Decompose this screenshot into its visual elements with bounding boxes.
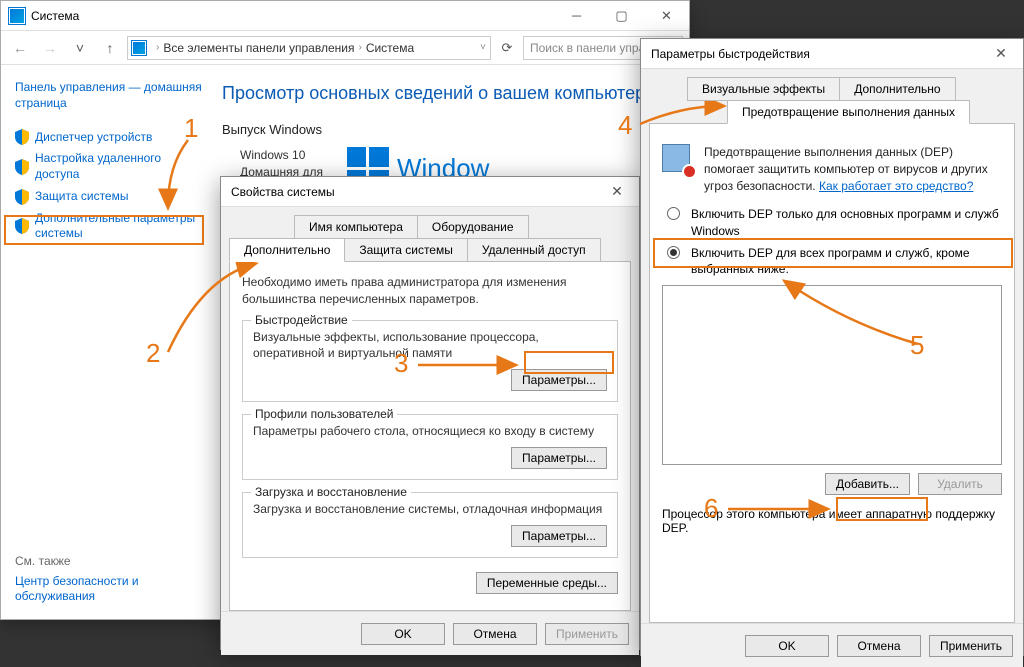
maximize-button[interactable]: ▢ [599, 1, 644, 31]
tab-panel-advanced: Необходимо иметь права администратора дл… [229, 261, 631, 611]
tab-computer-name[interactable]: Имя компьютера [294, 215, 418, 239]
minimize-button[interactable]: ─ [554, 1, 599, 31]
group-user-profiles: Профили пользователей Параметры рабочего… [242, 414, 618, 480]
apply-button[interactable]: Применить [545, 623, 629, 645]
sidebar-item-label: Дополнительные параметры системы [35, 211, 206, 242]
tab-row-2: Предотвращение выполнения данных [649, 100, 1015, 123]
sidebar-item-label: Диспетчер устройств [35, 130, 152, 146]
titlebar[interactable]: Система ─ ▢ ✕ [1, 1, 689, 31]
titlebar[interactable]: Свойства системы ✕ [221, 177, 639, 207]
sidebar-item-remote-settings[interactable]: Настройка удаленного доступа [15, 151, 206, 182]
see-also-label: См. также [15, 554, 195, 568]
group-legend: Быстродействие [251, 313, 352, 327]
tab-row-2: Дополнительно Защита системы Удаленный д… [229, 238, 631, 261]
tab-row-1: Визуальные эффекты Дополнительно [649, 77, 1015, 100]
remove-button[interactable]: Удалить [918, 473, 1002, 495]
titlebar[interactable]: Параметры быстродействия ✕ [641, 39, 1023, 69]
dep-exceptions-list[interactable] [662, 285, 1002, 465]
chevron-down-icon[interactable]: ˅ [480, 42, 486, 53]
tab-advanced[interactable]: Дополнительно [839, 77, 955, 101]
edition-value: Windows 10 [240, 147, 323, 164]
shield-icon [15, 189, 29, 205]
shield-icon [15, 218, 29, 234]
tab-hardware[interactable]: Оборудование [417, 215, 529, 239]
sidebar-item-advanced-system-settings[interactable]: Дополнительные параметры системы [15, 211, 206, 242]
system-icon [132, 41, 146, 55]
sidebar-item-label: Защита системы [35, 189, 128, 205]
system-icon [9, 8, 25, 24]
ok-button[interactable]: OK [361, 623, 445, 645]
radio-label: Включить DEP для всех программ и служб, … [691, 245, 1002, 277]
group-legend: Загрузка и восстановление [251, 485, 411, 499]
tab-panel-dep: Предотвращение выполнения данных (DEP) п… [649, 123, 1015, 623]
apply-button[interactable]: Применить [929, 635, 1013, 657]
tab-row-1: Имя компьютера Оборудование [229, 215, 631, 238]
group-legend: Профили пользователей [251, 407, 397, 421]
ok-button[interactable]: OK [745, 635, 829, 657]
up-button[interactable]: ˅ [67, 35, 93, 61]
dep-info-text: Предотвращение выполнения данных (DEP) п… [704, 144, 1002, 194]
startup-settings-button[interactable]: Параметры... [511, 525, 607, 547]
dialog-title: Свойства системы [231, 185, 595, 199]
system-properties-dialog: Свойства системы ✕ Имя компьютера Оборуд… [220, 176, 640, 650]
breadcrumb[interactable]: › Все элементы панели управления › Систе… [127, 36, 491, 60]
chevron-right-icon: › [358, 42, 361, 53]
sidebar-see-also-link[interactable]: Центр безопасности и обслуживания [15, 574, 195, 605]
back-button[interactable]: ← [7, 35, 33, 61]
sidebar-item-label: Настройка удаленного доступа [35, 151, 206, 182]
tab-dep[interactable]: Предотвращение выполнения данных [727, 100, 970, 124]
profiles-settings-button[interactable]: Параметры... [511, 447, 607, 469]
address-bar: ← → ˅ ↑ › Все элементы панели управления… [1, 31, 689, 65]
tab-advanced[interactable]: Дополнительно [229, 238, 345, 262]
env-vars-button[interactable]: Переменные среды... [476, 572, 618, 594]
dep-footer-note: Процессор этого компьютера имеет аппарат… [662, 507, 1002, 535]
up-arrow-button[interactable]: ↑ [97, 35, 123, 61]
dep-how-link[interactable]: Как работает это средство? [819, 179, 973, 193]
sidebar: Панель управления — домашняя страница Ди… [1, 65, 206, 619]
dialog-title: Параметры быстродействия [651, 47, 979, 61]
radio-dep-all-except[interactable]: Включить DEP для всех программ и служб, … [662, 245, 1002, 277]
breadcrumb-current[interactable]: Система [366, 41, 414, 55]
close-button[interactable]: ✕ [979, 39, 1023, 69]
group-desc: Загрузка и восстановление системы, отлад… [253, 501, 607, 517]
breadcrumb-root[interactable]: Все элементы панели управления [163, 41, 354, 55]
add-button[interactable]: Добавить... [825, 473, 910, 495]
admin-note: Необходимо иметь права администратора дл… [242, 274, 618, 308]
group-performance: Быстродействие Визуальные эффекты, испол… [242, 320, 618, 402]
sidebar-item-device-manager[interactable]: Диспетчер устройств [15, 129, 206, 145]
dialog-button-bar: OK Отмена Применить [641, 623, 1023, 667]
dep-info-icon [662, 144, 694, 176]
dialog-button-bar: OK Отмена Применить [221, 611, 639, 655]
shield-icon [15, 159, 29, 175]
forward-button[interactable]: → [37, 35, 63, 61]
performance-options-dialog: Параметры быстродействия ✕ Визуальные эф… [640, 38, 1024, 656]
shield-icon [15, 129, 29, 145]
sidebar-item-system-protection[interactable]: Защита системы [15, 189, 206, 205]
page-heading: Просмотр основных сведений о вашем компь… [222, 83, 673, 104]
radio-dep-essential[interactable]: Включить DEP только для основных програм… [662, 206, 1002, 238]
radio-label: Включить DEP только для основных програм… [691, 206, 1002, 238]
window-title: Система [31, 9, 554, 23]
close-button[interactable]: ✕ [644, 1, 689, 31]
group-desc: Визуальные эффекты, использование процес… [253, 329, 607, 361]
cancel-button[interactable]: Отмена [837, 635, 921, 657]
chevron-right-icon: › [156, 42, 159, 53]
sidebar-home-link[interactable]: Панель управления — домашняя страница [15, 79, 206, 111]
tab-visual-effects[interactable]: Визуальные эффекты [687, 77, 840, 101]
close-button[interactable]: ✕ [595, 177, 639, 207]
sidebar-item-label: Центр безопасности и обслуживания [15, 574, 195, 605]
edition-heading: Выпуск Windows [222, 122, 673, 137]
performance-settings-button[interactable]: Параметры... [511, 369, 607, 391]
cancel-button[interactable]: Отмена [453, 623, 537, 645]
tab-system-protection[interactable]: Защита системы [344, 238, 467, 262]
group-desc: Параметры рабочего стола, относящиеся ко… [253, 423, 607, 439]
refresh-button[interactable]: ⟳ [495, 36, 519, 60]
tab-remote[interactable]: Удаленный доступ [467, 238, 601, 262]
group-startup-recovery: Загрузка и восстановление Загрузка и вос… [242, 492, 618, 558]
